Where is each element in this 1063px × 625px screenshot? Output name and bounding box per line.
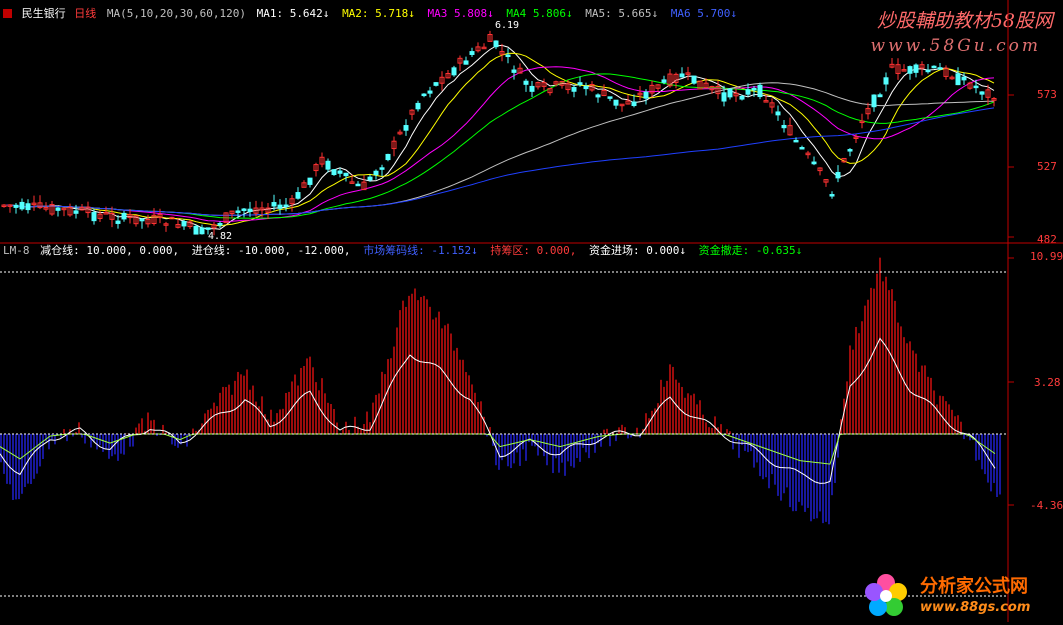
candle-body-15 — [91, 212, 97, 222]
candle-body-4 — [25, 203, 31, 211]
candle-body-20 — [121, 212, 127, 220]
candle-body-151 — [907, 66, 913, 74]
candle-body-54 — [325, 160, 331, 170]
logo-name: 分析家公式网 — [920, 576, 1028, 597]
candle-body-97 — [583, 85, 589, 90]
ma-line-5 — [4, 82, 995, 216]
candle-body-152 — [913, 64, 919, 73]
candle-body-135 — [811, 161, 817, 165]
candle-body-154 — [925, 69, 931, 73]
candle-body-99 — [595, 94, 601, 98]
candle-body-120 — [721, 92, 727, 102]
candle-body-133 — [799, 147, 805, 150]
candle-body-30 — [181, 221, 187, 227]
candle-body-141 — [847, 149, 853, 152]
candle-body-40 — [241, 208, 247, 212]
candle-body-121 — [727, 88, 733, 98]
logo-url: www.88gs.com — [920, 600, 1031, 615]
candle-body-34 — [205, 227, 211, 230]
candle-body-57 — [343, 172, 349, 177]
candle-body-75 — [451, 67, 457, 76]
candle-body-82 — [493, 40, 499, 48]
candle-body-87 — [523, 80, 529, 85]
candle-body-130 — [781, 124, 787, 129]
ma-line-1 — [4, 44, 995, 230]
ma-line-2 — [4, 52, 995, 227]
candle-body-45 — [271, 202, 277, 207]
candle-body-155 — [931, 65, 937, 69]
candle-body-101 — [607, 96, 613, 99]
candle-body-88 — [529, 85, 535, 92]
candle-body-33 — [199, 227, 205, 235]
candle-body-9 — [55, 207, 61, 211]
candle-body-56 — [337, 170, 343, 174]
candle-body-3 — [19, 201, 25, 210]
candle-body-72 — [433, 82, 439, 86]
chart-canvas[interactable] — [0, 0, 1063, 625]
candle-body-138 — [829, 194, 835, 197]
candle-body-95 — [571, 87, 577, 92]
candle-body-12 — [73, 210, 79, 214]
market-chip-line — [0, 337, 996, 484]
candle-body-41 — [247, 208, 253, 212]
candle-body-69 — [415, 102, 421, 110]
candle-body-126 — [757, 84, 763, 98]
candle-body-59 — [355, 183, 361, 187]
flower-icon — [865, 574, 907, 616]
ma-line-3 — [4, 66, 995, 222]
candle-body-67 — [403, 125, 409, 131]
candle-body-123 — [739, 95, 745, 100]
candle-body-147 — [883, 77, 889, 85]
candle-body-32 — [193, 225, 199, 235]
candle-body-23 — [139, 218, 145, 222]
candle-body-51 — [307, 177, 313, 185]
ma-line-4 — [4, 73, 995, 219]
candle-body-19 — [115, 220, 121, 224]
candle-body-78 — [469, 51, 475, 55]
candle-body-163 — [979, 91, 985, 95]
candle-body-2 — [13, 204, 19, 208]
candle-body-85 — [511, 69, 517, 73]
candle-body-107 — [643, 91, 649, 99]
money-flow-line — [0, 433, 996, 465]
candle-body-47 — [283, 204, 289, 208]
candle-body-63 — [379, 167, 385, 170]
candle-body-139 — [835, 171, 841, 179]
candle-body-156 — [937, 67, 943, 70]
candle-body-146 — [877, 94, 883, 98]
candle-body-49 — [295, 192, 301, 199]
candle-body-113 — [679, 73, 685, 78]
candle-body-70 — [421, 93, 427, 97]
candle-body-71 — [427, 90, 433, 94]
candle-body-102 — [613, 99, 619, 106]
candle-body-55 — [331, 169, 337, 176]
candle-body-125 — [751, 87, 757, 91]
stock-chart-window[interactable]: 民生银行 日线 MA(5,10,20,30,60,120) MA1: 5.642… — [0, 0, 1063, 625]
candle-body-159 — [955, 73, 961, 86]
candle-body-39 — [235, 210, 241, 213]
candle-body-160 — [961, 76, 967, 81]
candle-body-36 — [217, 222, 223, 226]
candle-body-129 — [775, 111, 781, 116]
candle-body-84 — [505, 54, 511, 58]
candle-body-145 — [871, 94, 877, 108]
candle-body-132 — [793, 139, 799, 143]
candle-body-77 — [463, 60, 469, 65]
candle-body-46 — [277, 204, 283, 209]
candle-body-61 — [367, 176, 373, 181]
candle-body-124 — [745, 89, 751, 95]
candle-body-115 — [691, 75, 697, 84]
candle-body-162 — [973, 85, 979, 89]
candle-body-110 — [661, 79, 667, 83]
candle-body-64 — [385, 153, 391, 161]
candle-body-105 — [631, 101, 637, 107]
candle-body-62 — [373, 170, 379, 176]
candle-body-96 — [577, 82, 583, 86]
